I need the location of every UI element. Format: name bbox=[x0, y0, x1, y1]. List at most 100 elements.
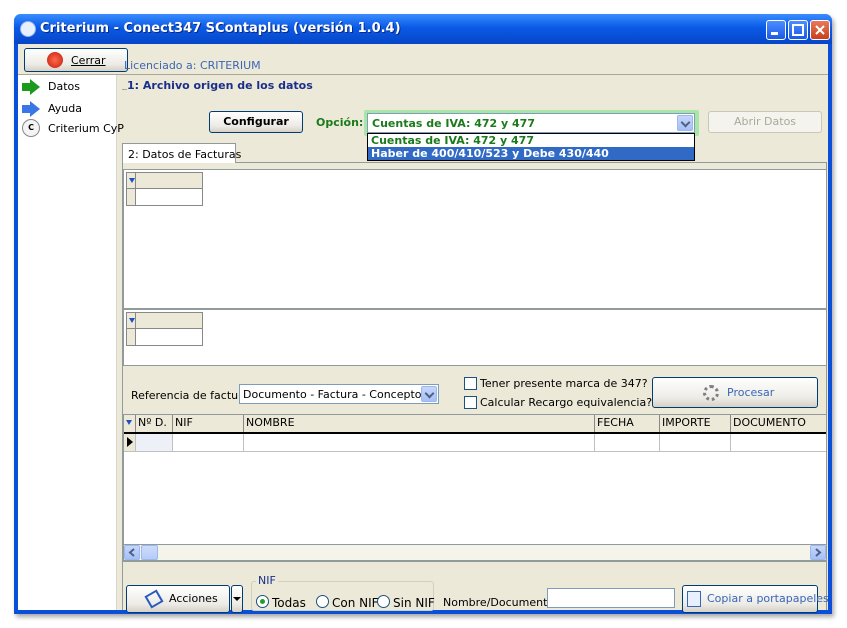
radio-sin-nif[interactable] bbox=[377, 595, 390, 608]
sidebar: Datos Ayuda C Criterium CyP bbox=[18, 75, 124, 610]
radio-con-nif[interactable] bbox=[316, 595, 329, 608]
master-grid[interactable] bbox=[123, 169, 827, 309]
sidebar-item-criterium-cyp[interactable]: C Criterium CyP bbox=[20, 119, 124, 139]
nif-legend: NIF bbox=[256, 574, 278, 587]
row-selector[interactable] bbox=[124, 434, 136, 451]
results-table[interactable]: Nº D. NIF NOMBRE FECHA IMPORTE DOCUMENTO bbox=[123, 414, 827, 562]
triangle-down-icon bbox=[129, 178, 135, 183]
table-row[interactable] bbox=[124, 434, 826, 452]
sidebar-item-label: Ayuda bbox=[48, 102, 82, 115]
acciones-dropdown-button[interactable] bbox=[231, 585, 243, 613]
grid-header bbox=[126, 312, 203, 348]
nombre-documento-label: Nombre/Documento bbox=[443, 596, 555, 609]
abrir-datos-button[interactable]: Abrir Datos bbox=[708, 111, 822, 133]
chevron-right-icon bbox=[815, 548, 822, 557]
table-header: Nº D. NIF NOMBRE FECHA IMPORTE DOCUMENTO bbox=[124, 415, 826, 434]
acciones-label: Acciones bbox=[169, 592, 218, 605]
option-selected-value: Cuentas de IVA: 472 y 477 bbox=[372, 117, 535, 130]
close-icon bbox=[815, 25, 825, 35]
chevron-down-icon bbox=[680, 117, 691, 128]
triangle-down-icon bbox=[129, 318, 135, 323]
scroll-left-button[interactable] bbox=[124, 545, 140, 560]
toolbar: Cerrar Licenciado a: CRITERIUM bbox=[18, 44, 828, 75]
chevron-down-icon bbox=[424, 388, 435, 399]
radio-todas[interactable] bbox=[256, 595, 269, 608]
procesar-label: Procesar bbox=[727, 386, 775, 399]
sidebar-item-datos[interactable]: Datos bbox=[20, 77, 116, 97]
clipboard-icon bbox=[687, 591, 701, 607]
option-select[interactable]: Cuentas de IVA: 472 y 477 bbox=[367, 113, 695, 133]
table-cell[interactable] bbox=[731, 434, 826, 451]
app-logo-icon bbox=[20, 21, 36, 37]
radio-todas-label: Todas bbox=[272, 596, 306, 610]
table-cell[interactable] bbox=[173, 434, 244, 451]
tab-datos-facturas[interactable]: 2: Datos de Facturas bbox=[122, 143, 241, 163]
cerrar-label: Cerrar bbox=[71, 54, 106, 67]
option-item[interactable]: Cuentas de IVA: 472 y 477 bbox=[368, 134, 694, 147]
chevron-left-icon bbox=[128, 548, 135, 557]
copiar-label: Copiar a portapapeles bbox=[707, 592, 829, 605]
radio-con-nif-label: Con NIF bbox=[332, 596, 379, 610]
column-chooser-button[interactable] bbox=[124, 415, 136, 432]
invoice-ref-label: Referencia de factura bbox=[131, 389, 250, 402]
table-cell[interactable] bbox=[136, 434, 173, 451]
column-header[interactable]: Nº D. bbox=[136, 415, 173, 432]
radio-sin-nif-label: Sin NIF bbox=[393, 596, 435, 610]
minimize-button[interactable] bbox=[766, 20, 786, 40]
column-chooser-button[interactable] bbox=[126, 172, 136, 189]
minimize-icon bbox=[771, 32, 778, 35]
recargo-label: Calcular Recargo equivalencia? bbox=[480, 396, 653, 409]
column-header[interactable]: FECHA bbox=[595, 415, 660, 432]
column-chooser-button[interactable] bbox=[126, 312, 136, 329]
grid-header bbox=[126, 172, 203, 208]
license-text: Licenciado a: CRITERIUM bbox=[124, 59, 261, 72]
dropdown-button[interactable] bbox=[677, 115, 693, 131]
procesar-button[interactable]: Procesar bbox=[652, 377, 818, 408]
gear-icon bbox=[703, 385, 719, 401]
table-cell[interactable] bbox=[660, 434, 731, 451]
configurar-button[interactable]: Configurar bbox=[209, 111, 303, 133]
copiar-portapapeles-button[interactable]: Copiar a portapapeles bbox=[682, 585, 829, 613]
app-window: Criterium - Conect347 SContaplus (versió… bbox=[14, 14, 832, 614]
maximize-icon bbox=[792, 24, 804, 36]
column-header[interactable]: IMPORTE bbox=[660, 415, 731, 432]
row-pointer-icon bbox=[127, 437, 133, 447]
client-area: Cerrar Licenciado a: CRITERIUM Datos Ayu… bbox=[18, 44, 829, 613]
invoice-ref-select[interactable]: Documento - Factura - Concepto bbox=[239, 384, 439, 404]
title-bar[interactable]: Criterium - Conect347 SContaplus (versió… bbox=[14, 14, 832, 44]
column-header[interactable]: DOCUMENTO bbox=[731, 415, 826, 432]
option-label: Opción: bbox=[316, 116, 364, 129]
tab-label: 2: Datos de Facturas bbox=[128, 148, 242, 161]
mark-347-label: Tener presente marca de 347? bbox=[480, 377, 648, 390]
dropdown-button[interactable] bbox=[421, 386, 437, 402]
section-title: 1: Archivo origen de los datos bbox=[127, 79, 313, 92]
close-window-button[interactable] bbox=[810, 20, 830, 40]
detail-grid[interactable] bbox=[123, 309, 827, 366]
scroll-thumb[interactable] bbox=[141, 545, 158, 560]
column-header[interactable]: NOMBRE bbox=[244, 415, 595, 432]
table-cell[interactable] bbox=[244, 434, 595, 451]
mark-347-checkbox[interactable] bbox=[464, 377, 477, 390]
invoice-ref-value: Documento - Factura - Concepto bbox=[243, 388, 422, 401]
cerrar-button[interactable]: Cerrar bbox=[24, 48, 128, 72]
option-item-highlighted[interactable]: Haber de 400/410/523 y Debe 430/440 bbox=[368, 147, 694, 160]
column-header[interactable]: NIF bbox=[173, 415, 244, 432]
power-icon bbox=[47, 52, 63, 68]
sidebar-item-label: Criterium CyP bbox=[48, 122, 124, 135]
blue-arrow-icon bbox=[22, 101, 40, 117]
cyp-logo-icon: C bbox=[22, 119, 40, 137]
option-dropdown-list: Cuentas de IVA: 472 y 477 Haber de 400/4… bbox=[367, 133, 695, 161]
caret-down-icon bbox=[233, 597, 241, 601]
horizontal-scrollbar[interactable] bbox=[123, 544, 827, 561]
table-cell[interactable] bbox=[595, 434, 660, 451]
triangle-down-icon bbox=[126, 420, 132, 425]
recargo-checkbox[interactable] bbox=[464, 396, 477, 409]
sidebar-item-ayuda[interactable]: Ayuda bbox=[20, 99, 116, 119]
scroll-right-button[interactable] bbox=[810, 545, 826, 560]
document-icon bbox=[144, 589, 164, 609]
acciones-button[interactable]: Acciones bbox=[126, 585, 230, 613]
sidebar-item-label: Datos bbox=[48, 80, 80, 93]
window-title: Criterium - Conect347 SContaplus (versió… bbox=[40, 21, 401, 36]
nombre-documento-input[interactable] bbox=[547, 588, 675, 608]
maximize-button[interactable] bbox=[788, 20, 808, 40]
